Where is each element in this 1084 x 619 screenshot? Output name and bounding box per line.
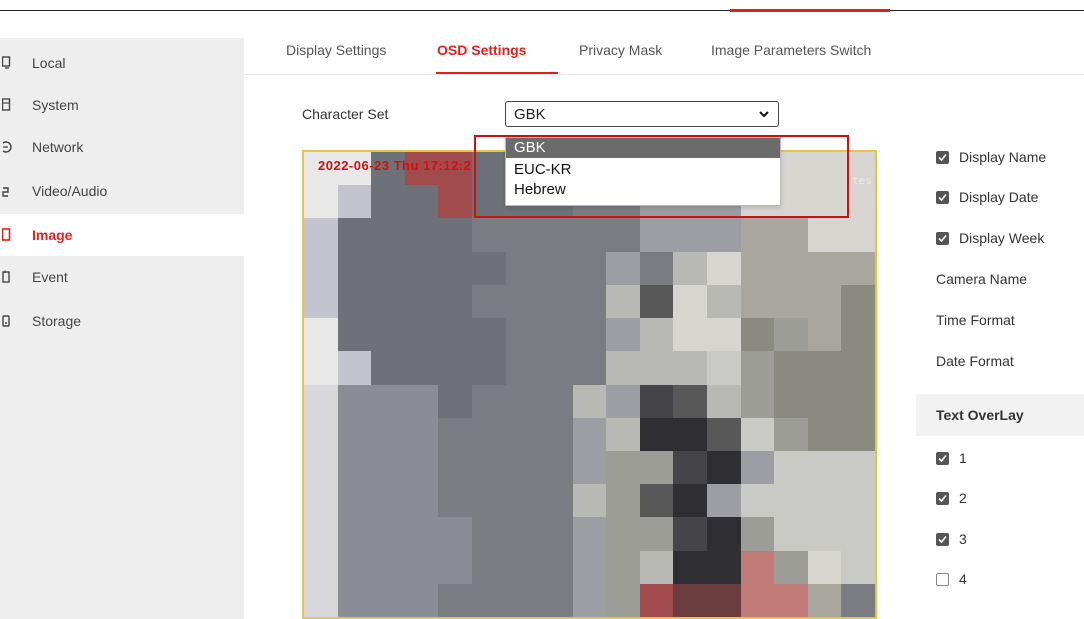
display-date-checkbox[interactable] (936, 190, 949, 204)
sidebar-item-label: Event (32, 269, 68, 285)
sidebar-item-label: System (32, 97, 79, 113)
event-icon (2, 268, 14, 286)
image-icon (2, 226, 14, 244)
sidebar-item-label: Image (32, 227, 73, 243)
display-week-label: Display Week (959, 230, 1045, 246)
sidebar: Local System Network Video/Audio Image E… (0, 38, 244, 619)
display-name-option[interactable]: Display Name (936, 149, 1046, 165)
pixelated-image (304, 152, 875, 617)
overlay-2-label: 2 (959, 490, 967, 506)
tab-image-parameters-switch[interactable]: Image Parameters Switch (711, 42, 871, 58)
tab-osd-settings[interactable]: OSD Settings (437, 42, 526, 58)
camera-name-label: Camera Name (936, 271, 1028, 287)
overlay-3-label: 3 (959, 531, 967, 547)
top-divider (0, 10, 1084, 11)
overlay-item-1[interactable]: 1 (936, 450, 967, 466)
sidebar-item-image[interactable]: Image (0, 214, 244, 256)
character-set-label: Character Set (302, 106, 389, 122)
video-preview[interactable]: 2022-06-23 Thu 17:12:2 tes (302, 150, 877, 619)
display-name-label: Display Name (959, 149, 1047, 165)
sidebar-item-label: Network (32, 139, 84, 155)
sidebar-item-label: Storage (32, 313, 82, 329)
overlay-1-label: 1 (959, 450, 967, 466)
osd-date-text: 2022-06-23 Thu 17:12:2 (318, 158, 472, 173)
text-overlay-title: Text OverLay (936, 407, 1024, 423)
tab-display-settings[interactable]: Display Settings (286, 42, 386, 58)
sidebar-item-video-audio[interactable]: Video/Audio (0, 170, 244, 212)
display-date-label: Display Date (959, 189, 1039, 205)
display-date-option[interactable]: Display Date (936, 189, 1038, 205)
sidebar-item-label: Local (32, 55, 66, 71)
video-audio-icon (2, 182, 14, 200)
overlay-3-checkbox[interactable] (936, 532, 949, 546)
osd-side-text: tes (852, 174, 872, 187)
character-set-value: GBK (514, 106, 546, 123)
sidebar-item-local[interactable]: Local (0, 42, 244, 84)
sidebar-item-system[interactable]: System (0, 84, 244, 126)
network-icon (2, 138, 14, 156)
overlay-2-checkbox[interactable] (936, 491, 949, 505)
sidebar-item-network[interactable]: Network (0, 126, 244, 168)
date-format-label: Date Format (936, 353, 1014, 369)
display-name-checkbox[interactable] (936, 150, 949, 164)
tab-privacy-mask[interactable]: Privacy Mask (579, 42, 662, 58)
highlight-box (474, 135, 849, 218)
text-overlay-header: Text OverLay (916, 394, 1084, 436)
sidebar-item-label: Video/Audio (32, 183, 108, 199)
system-icon (2, 96, 14, 114)
time-format-label: Time Format (936, 312, 1015, 328)
overlay-4-label: 4 (959, 571, 967, 587)
overlay-4-checkbox[interactable] (936, 572, 949, 586)
sidebar-item-storage[interactable]: Storage (0, 300, 244, 342)
chevron-down-icon (758, 107, 770, 124)
sidebar-item-event[interactable]: Event (0, 256, 244, 298)
overlay-item-4[interactable]: 4 (936, 571, 967, 587)
display-week-option[interactable]: Display Week (936, 230, 1044, 246)
overlay-item-2[interactable]: 2 (936, 490, 967, 506)
storage-icon (2, 312, 14, 330)
top-accent-bar (730, 9, 890, 12)
character-set-select[interactable]: GBK (505, 101, 779, 127)
overlay-1-checkbox[interactable] (936, 451, 949, 465)
tabs-divider (244, 74, 1084, 75)
monitor-icon (2, 54, 14, 72)
overlay-item-3[interactable]: 3 (936, 531, 967, 547)
display-week-checkbox[interactable] (936, 231, 949, 245)
